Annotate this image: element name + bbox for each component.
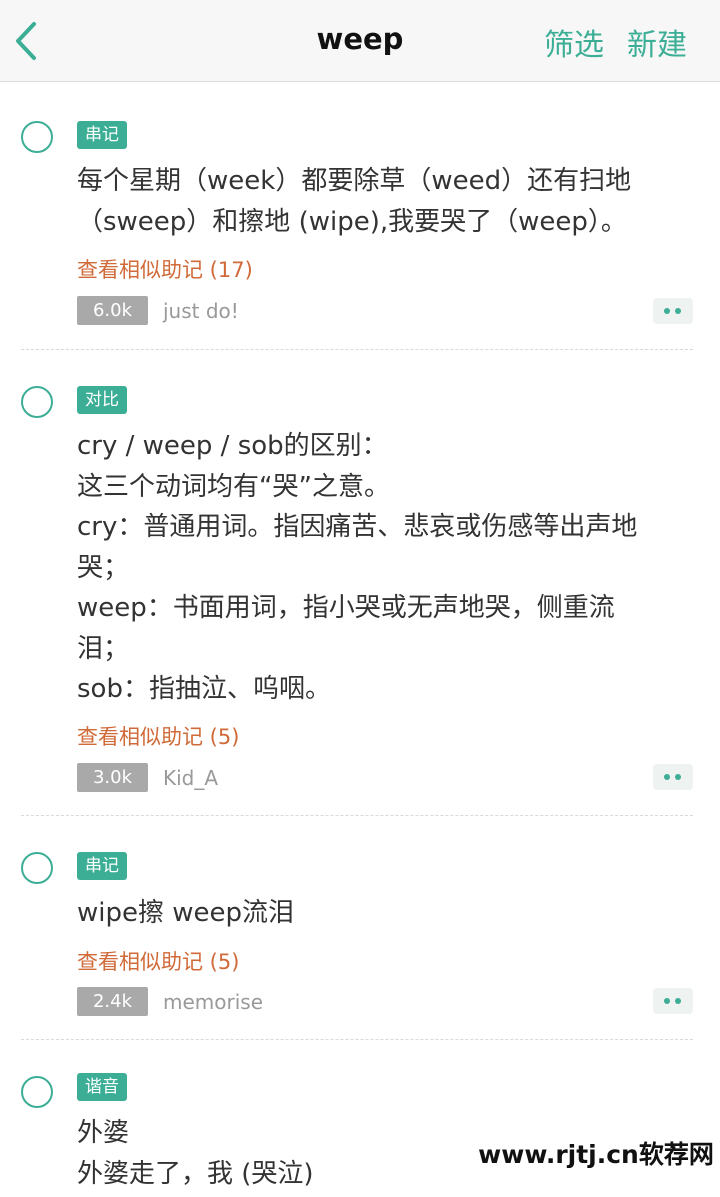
view-count-badge: 6.0k [77, 296, 148, 325]
new-button[interactable]: 新建 [627, 20, 687, 64]
content-line: cry：普通用词。指因痛苦、悲哀或伤感等出声地 [77, 512, 638, 542]
navigation-bar: weep 筛选 新建 [0, 0, 720, 82]
view-count-badge: 3.0k [77, 763, 148, 792]
category-tag: 谐音 [77, 1073, 127, 1101]
more-dot-icon [664, 308, 670, 314]
select-radio[interactable] [21, 852, 53, 884]
content-line: （sweep）和擦地 (wipe),我要哭了（weep）。 [77, 206, 627, 237]
divider [21, 1039, 693, 1040]
content-line: 泪； [77, 633, 130, 664]
author-name[interactable]: Kid_A [163, 766, 218, 790]
view-similar-link[interactable]: 查看相似助记 (5) [77, 721, 239, 751]
entry-content: wipe擦 weep流泪 [77, 893, 697, 934]
watermark: www.rjtj.cn软荐网 [478, 1132, 714, 1178]
select-radio[interactable] [21, 386, 53, 418]
content-line: sob：指抽泣、呜咽。 [77, 674, 331, 704]
select-radio[interactable] [21, 1076, 53, 1108]
more-dot-icon [664, 998, 670, 1004]
content-line: 这三个动词均有“哭”之意。 [77, 471, 390, 502]
more-options-button[interactable] [653, 988, 693, 1014]
divider [21, 349, 693, 350]
view-similar-link[interactable]: 查看相似助记 (5) [77, 946, 239, 976]
author-name[interactable]: just do! [163, 299, 239, 323]
category-tag: 串记 [77, 121, 127, 149]
filter-button[interactable]: 筛选 [544, 20, 604, 64]
more-dot-icon [664, 774, 670, 780]
more-options-button[interactable] [653, 764, 693, 790]
page-title: weep [316, 22, 404, 56]
content-line: wipe擦 weep流泪 [77, 898, 295, 928]
entry-content: cry / weep / sob的区别： 这三个动词均有“哭”之意。 cry：普… [77, 426, 697, 710]
select-radio[interactable] [21, 121, 53, 153]
content-line: 每个星期（week）都要除草（weed）还有扫地 [77, 166, 632, 196]
content-line: cry / weep / sob的区别： [77, 431, 388, 461]
more-dot-icon [675, 998, 681, 1004]
category-tag: 串记 [77, 852, 127, 880]
more-dot-icon [675, 308, 681, 314]
entry-content: 每个星期（week）都要除草（weed）还有扫地 （sweep）和擦地 (wip… [77, 161, 697, 242]
view-similar-link[interactable]: 查看相似助记 (17) [77, 254, 253, 284]
more-options-button[interactable] [653, 298, 693, 324]
category-tag: 对比 [77, 386, 127, 414]
author-name[interactable]: memorise [163, 990, 263, 1014]
more-dot-icon [675, 774, 681, 780]
view-count-badge: 2.4k [77, 987, 148, 1016]
content-line: weep：书面用词，指小哭或无声地哭，侧重流 [77, 593, 615, 623]
divider [21, 815, 693, 816]
content-line: 哭； [77, 552, 130, 583]
